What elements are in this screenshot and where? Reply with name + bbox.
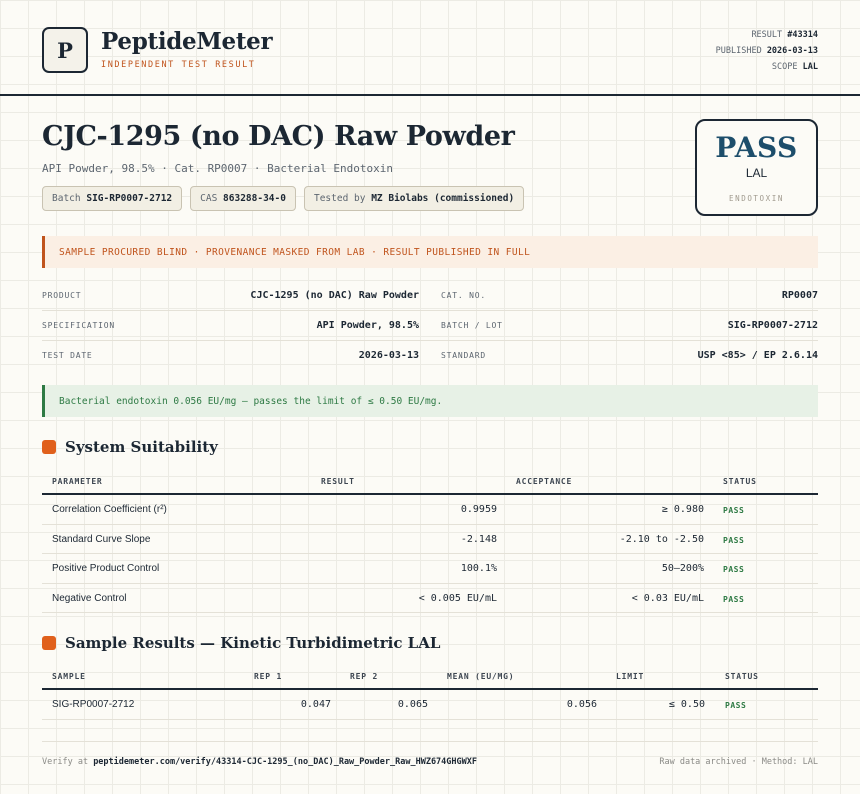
brand-tagline: INDEPENDENT TEST RESULT <box>101 60 256 70</box>
table-header: PARAMETER RESULT ACCEPTANCE STATUS <box>42 469 818 495</box>
column-header: ACCEPTANCE <box>516 477 573 486</box>
column-header: PARAMETER <box>52 477 103 486</box>
result-cell: -2.148 <box>460 533 497 545</box>
result-cell: 0.9959 <box>460 504 497 515</box>
sample-cell: SIG-RP0007-2712 <box>52 699 135 710</box>
footer-method: Raw data archived · Method: LAL <box>659 757 818 767</box>
info-row: PRODUCT CJC-1295 (no DAC) Raw Powder CAT… <box>42 281 818 311</box>
info-value: API Powder, 98.5% <box>316 320 419 331</box>
info-value: 2026-03-13 <box>358 350 419 361</box>
section-title: System Suitability <box>65 438 218 456</box>
brand-logo: P <box>42 27 88 73</box>
column-header: SAMPLE <box>52 672 86 681</box>
cas-chip-value: 863288-34-0 <box>223 193 286 204</box>
meta-result: RESULT #43314 <box>751 30 818 40</box>
info-value: USP <85> / EP 2.6.14 <box>697 350 818 361</box>
page-title: CJC-1295 (no DAC) Raw Powder <box>42 121 515 152</box>
acceptance-cell: ≥ 0.980 <box>661 504 704 515</box>
page-subtitle: API Powder, 98.5% · Cat. RP0007 · Bacter… <box>42 162 393 175</box>
stamp-test: ENDOTOXIN <box>728 194 785 203</box>
info-row: SPECIFICATION API Powder, 98.5% BATCH / … <box>42 311 818 341</box>
parameter-cell: Standard Curve Slope <box>52 533 151 545</box>
meta-published-label: PUBLISHED <box>715 46 762 56</box>
limit-cell: ≤ 0.50 <box>668 699 705 710</box>
verify-link[interactable]: peptidemeter.com/verify/43314-CJC-1295_(… <box>93 757 477 767</box>
column-header: LIMIT <box>616 672 645 681</box>
cas-chip-label: CAS <box>200 193 218 204</box>
info-key: STANDARD <box>441 351 486 360</box>
column-header: STATUS <box>723 477 757 486</box>
column-header: RESULT <box>321 477 355 486</box>
table-row: SIG-RP0007-2712 0.047 0.065 0.056 ≤ 0.50… <box>42 690 818 720</box>
status-badge: PASS <box>723 506 745 515</box>
column-header: MEAN (EU/MG) <box>447 672 515 681</box>
tested-by-chip: Tested by MZ Biolabs (commissioned) <box>303 186 525 211</box>
column-header: REP 1 <box>254 672 283 681</box>
meta-result-value: #43314 <box>787 30 818 40</box>
cas-chip: CAS 863288-34-0 <box>190 186 296 211</box>
meta-scope: SCOPE LAL <box>772 62 818 72</box>
meta-scope-label: SCOPE <box>771 62 798 72</box>
status-badge: PASS <box>723 565 745 574</box>
info-key: BATCH / LOT <box>441 321 503 330</box>
chip-row: Batch SIG-RP0007-2712 CAS 863288-34-0 Te… <box>42 186 525 211</box>
mean-cell: 0.056 <box>566 699 597 710</box>
sample-results-heading: Sample Results — Kinetic Turbidimetric L… <box>42 634 440 652</box>
result-cell: < 0.005 EU/mL <box>418 592 497 604</box>
pass-stamp: PASS LAL ENDOTOXIN <box>695 119 818 216</box>
result-cell: 100.1% <box>460 563 497 574</box>
info-value: RP0007 <box>781 290 818 301</box>
batch-chip-value: SIG-RP0007-2712 <box>86 193 173 204</box>
meta-result-label: RESULT <box>751 30 783 40</box>
status-badge: PASS <box>723 535 745 545</box>
brand-name: PeptideMeter <box>101 28 273 55</box>
table-row: Correlation Coefficient (r²) 0.9959 ≥ 0.… <box>42 495 818 525</box>
info-key: SPECIFICATION <box>42 321 116 330</box>
acceptance-cell: 50–200% <box>661 563 704 574</box>
table-row: Standard Curve Slope -2.148 -2.10 to -2.… <box>42 525 818 554</box>
rep1-cell: 0.047 <box>300 699 331 710</box>
info-key: TEST DATE <box>42 351 93 360</box>
status-badge: PASS <box>725 701 747 710</box>
system-suitability-table: PARAMETER RESULT ACCEPTANCE STATUS Corre… <box>42 469 818 613</box>
verify-footer: Verify at peptidemeter.com/verify/43314-… <box>42 757 477 767</box>
info-row: TEST DATE 2026-03-13 STANDARD USP <85> /… <box>42 341 818 371</box>
meta-published: PUBLISHED 2026-03-13 <box>716 46 818 56</box>
report-header: P PeptideMeter INDEPENDENT TEST RESULT R… <box>0 0 860 96</box>
parameter-cell: Positive Product Control <box>52 563 160 574</box>
stamp-verdict: PASS <box>715 131 798 164</box>
info-key: CAT. NO. <box>441 291 486 300</box>
verify-label: Verify at <box>42 757 89 767</box>
section-marker-icon <box>42 440 56 454</box>
acceptance-cell: -2.10 to -2.50 <box>619 533 704 545</box>
table-row: Positive Product Control 100.1% 50–200% … <box>42 554 818 584</box>
batch-chip: Batch SIG-RP0007-2712 <box>42 186 183 211</box>
section-title: Sample Results — Kinetic Turbidimetric L… <box>65 634 441 652</box>
meta-scope-value: LAL <box>802 62 818 72</box>
column-header: STATUS <box>725 672 759 681</box>
meta-published-value: 2026-03-13 <box>766 46 818 56</box>
rep2-cell: 0.065 <box>397 699 428 710</box>
status-badge: PASS <box>723 594 745 604</box>
stamp-scope: LAL <box>745 166 768 180</box>
tested-by-chip-label: Tested by <box>313 193 366 204</box>
info-key: PRODUCT <box>42 291 82 300</box>
tested-by-chip-value: MZ Biolabs (commissioned) <box>371 193 515 204</box>
table-row: Negative Control < 0.005 EU/mL < 0.03 EU… <box>42 584 818 613</box>
parameter-cell: Correlation Coefficient (r²) <box>52 504 167 515</box>
sample-results-table: SAMPLE REP 1 REP 2 MEAN (EU/MG) LIMIT ST… <box>42 664 818 720</box>
table-header: SAMPLE REP 1 REP 2 MEAN (EU/MG) LIMIT ST… <box>42 664 818 690</box>
result-summary-notice: Bacterial endotoxin 0.056 EU/mg — passes… <box>42 385 818 417</box>
info-value: SIG-RP0007-2712 <box>727 320 818 331</box>
acceptance-cell: < 0.03 EU/mL <box>631 592 704 604</box>
section-marker-icon <box>42 636 56 650</box>
column-header: REP 2 <box>350 672 379 681</box>
footer-divider <box>42 741 818 742</box>
system-suitability-heading: System Suitability <box>42 438 218 456</box>
parameter-cell: Negative Control <box>52 592 127 604</box>
provenance-notice: SAMPLE PROCURED BLIND · PROVENANCE MASKE… <box>42 236 818 268</box>
info-value: CJC-1295 (no DAC) Raw Powder <box>250 290 419 301</box>
batch-chip-label: Batch <box>52 193 81 204</box>
